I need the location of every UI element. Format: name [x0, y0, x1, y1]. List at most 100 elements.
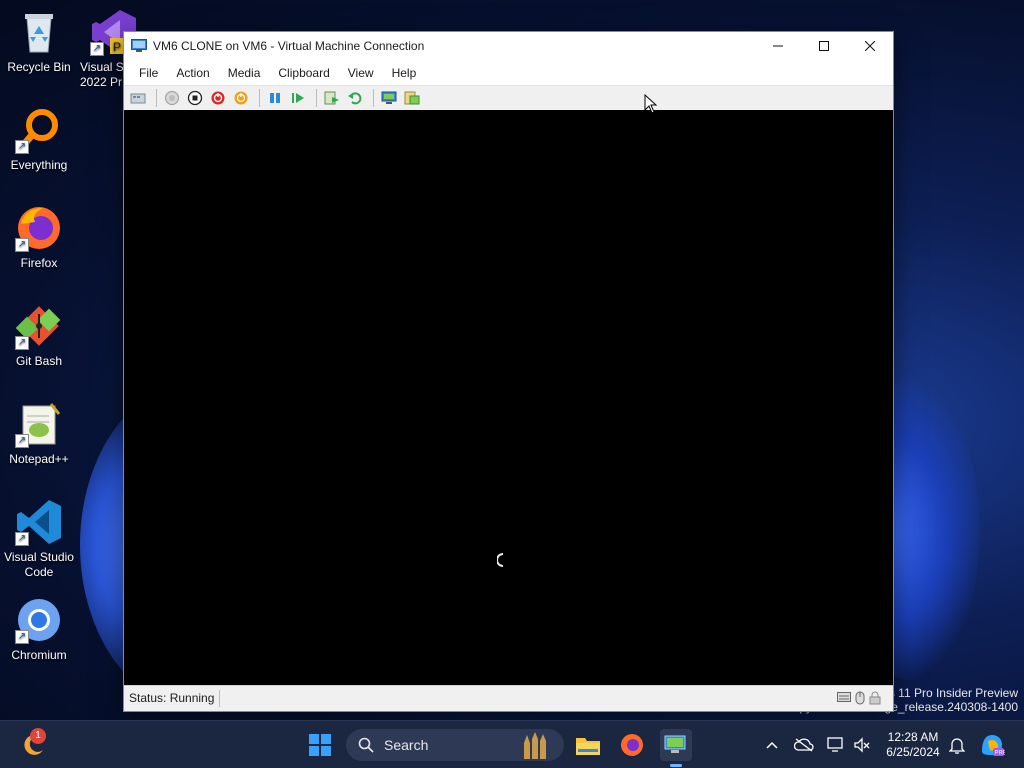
vm-connection-window[interactable]: VM6 CLONE on VM6 - Virtual Machine Conne…	[123, 31, 894, 712]
toolbar-separator	[156, 89, 157, 107]
clock-time: 12:28 AM	[887, 730, 939, 744]
everything-icon: ↗	[15, 106, 63, 154]
checkpoint-button[interactable]	[322, 88, 342, 108]
shortcut-arrow-icon: ↗	[15, 140, 29, 154]
search-highlight-icon	[524, 732, 546, 759]
shutdown-icon	[211, 91, 225, 105]
start-button[interactable]	[162, 88, 182, 108]
maximize-icon	[819, 41, 829, 51]
notifications-button[interactable]	[944, 729, 970, 761]
shutdown-button[interactable]	[208, 88, 228, 108]
desktop-icon-firefox[interactable]: ↗ Firefox	[0, 204, 78, 271]
desktop-icon-label: Everything	[10, 158, 68, 172]
turn-off-icon	[187, 90, 203, 106]
maximize-button[interactable]	[801, 32, 847, 60]
taskbar: Search 12:28 AM 6/25/2024 PRE	[0, 720, 1024, 768]
desktop-icon-git-bash[interactable]: ↗ Git Bash	[0, 302, 78, 369]
shortcut-arrow-icon: ↗	[15, 630, 29, 644]
toolbar-separator	[373, 89, 374, 107]
vm-display[interactable]	[124, 110, 893, 686]
menu-file[interactable]: File	[130, 62, 167, 84]
save-button[interactable]	[231, 88, 251, 108]
copilot-icon: PRE	[982, 735, 1006, 757]
desktop-icon-label: Notepad++	[9, 452, 69, 466]
desktop-icon-label: Chromium	[11, 648, 67, 662]
windows-logo-icon	[309, 734, 331, 756]
monitor-icon	[827, 737, 843, 752]
share-button[interactable]	[402, 88, 422, 108]
firefox-icon	[621, 734, 643, 756]
enhanced-session-icon	[381, 91, 397, 104]
desktop-icon-everything[interactable]: ↗ Everything	[0, 106, 78, 173]
shortcut-arrow-icon: ↗	[15, 532, 29, 546]
revert-icon	[348, 92, 362, 105]
cloud-offline-icon	[794, 738, 814, 752]
menu-view[interactable]: View	[339, 62, 383, 84]
ctrl-alt-del-icon	[130, 93, 146, 104]
mouse-cursor-icon	[644, 94, 658, 114]
turn-off-button[interactable]	[185, 88, 205, 108]
clock-date: 6/25/2024	[886, 745, 940, 759]
save-icon	[234, 91, 248, 105]
taskbar-search-box[interactable]: Search	[346, 729, 564, 761]
menu-bar: File Action Media Clipboard View Help	[124, 60, 893, 85]
desktop-icon-recycle-bin[interactable]: Recycle Bin	[0, 8, 78, 75]
git-bash-icon: ↗	[15, 302, 63, 350]
ctrl-alt-del-button[interactable]	[128, 88, 148, 108]
desktop-icon-vscode[interactable]: ↗ Visual Studio Code	[0, 498, 78, 580]
title-bar[interactable]: VM6 CLONE on VM6 - Virtual Machine Conne…	[124, 32, 893, 60]
notepad-plus-plus-icon: ↗	[15, 400, 63, 448]
start-icon	[165, 91, 179, 105]
keyboard-icon	[837, 692, 851, 702]
pause-button[interactable]	[265, 88, 285, 108]
pause-icon	[270, 93, 280, 103]
taskbar-file-explorer[interactable]	[572, 729, 604, 761]
taskbar-firefox[interactable]	[616, 729, 648, 761]
menu-clipboard[interactable]: Clipboard	[269, 62, 338, 84]
close-button[interactable]	[847, 32, 893, 60]
notification-badge: 1	[30, 728, 46, 744]
display-status[interactable]	[822, 729, 850, 761]
taskbar-vm-connection[interactable]	[660, 729, 692, 767]
start-menu-button[interactable]	[304, 729, 336, 761]
menu-action[interactable]: Action	[167, 62, 218, 84]
svg-text:P: P	[113, 40, 121, 54]
desktop-icon-label: Firefox	[20, 256, 58, 270]
svg-text:PRE: PRE	[995, 751, 1006, 757]
chromium-icon: ↗	[15, 596, 63, 644]
mouse-icon	[855, 691, 865, 705]
desktop-icon-label: Visual Studio Code	[4, 550, 74, 579]
loading-spinner-icon	[497, 553, 504, 567]
search-icon	[358, 737, 374, 753]
menu-media[interactable]: Media	[219, 62, 270, 84]
enhanced-session-button[interactable]	[379, 88, 399, 108]
desktop-icon-chromium[interactable]: ↗ Chromium	[0, 596, 78, 663]
volume-status[interactable]	[848, 729, 876, 761]
shortcut-arrow-icon: ↗	[90, 42, 104, 56]
checkpoint-icon	[324, 91, 339, 105]
resume-button[interactable]	[288, 88, 308, 108]
chevron-up-icon	[766, 741, 778, 749]
shortcut-arrow-icon: ↗	[15, 238, 29, 252]
toolbar	[124, 85, 893, 111]
onedrive-status[interactable]	[790, 729, 818, 761]
minimize-icon	[773, 45, 783, 47]
vm-status: Status: Running	[124, 690, 221, 707]
recycle-bin-icon	[15, 8, 63, 56]
status-icons	[837, 691, 881, 705]
minimize-button[interactable]	[755, 32, 801, 60]
toolbar-separator	[259, 89, 260, 107]
desktop-icon-label: Recycle Bin	[7, 60, 71, 74]
show-hidden-icons-button[interactable]	[758, 729, 786, 761]
copilot-button[interactable]: PRE	[976, 729, 1008, 761]
status-bar: Status: Running	[124, 685, 893, 711]
taskbar-clock[interactable]: 12:28 AM 6/25/2024	[880, 730, 946, 760]
file-explorer-icon	[576, 738, 600, 755]
menu-help[interactable]: Help	[383, 62, 426, 84]
desktop-icon-notepad-plus-plus[interactable]: ↗ Notepad++	[0, 400, 78, 467]
share-icon	[404, 91, 420, 105]
close-icon	[865, 41, 875, 51]
revert-button[interactable]	[345, 88, 365, 108]
bell-icon	[949, 738, 965, 754]
shortcut-arrow-icon: ↗	[15, 336, 29, 350]
